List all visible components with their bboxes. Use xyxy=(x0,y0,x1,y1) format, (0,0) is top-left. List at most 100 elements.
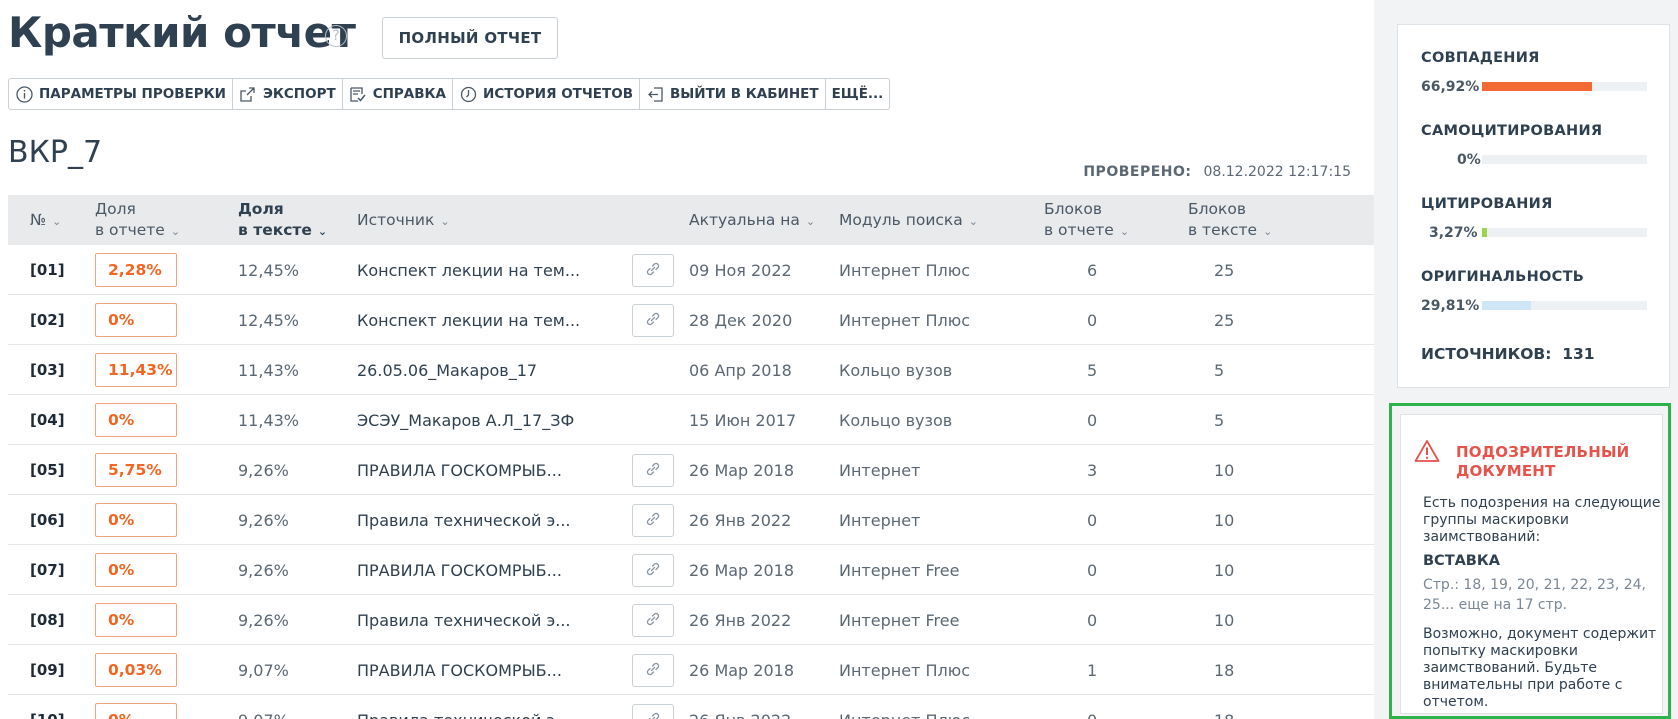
share-in-report[interactable]: 0,03% xyxy=(95,653,177,687)
source-name[interactable]: Правила технической э... xyxy=(357,695,571,719)
matches-bar xyxy=(1482,82,1647,91)
share-in-report[interactable]: 0% xyxy=(95,403,177,437)
link-icon xyxy=(644,310,662,332)
link-icon xyxy=(644,610,662,632)
report-history-button[interactable]: ИСТОРИЯ ОТЧЕТОВ xyxy=(453,79,640,109)
row-number: [05] xyxy=(30,461,65,479)
chevron-down-icon: ⌄ xyxy=(170,225,181,238)
table-row[interactable]: [06] 0% 9,26% Правила технической э... 26 Ян… xyxy=(8,495,1374,545)
source-name[interactable]: ПРАВИЛА ГОСКОМРЫБ... xyxy=(357,445,562,495)
link-button[interactable] xyxy=(632,304,674,337)
source-name[interactable]: 26.05.06_Макаров_17 xyxy=(357,345,537,395)
actual-date: 26 Янв 2022 xyxy=(689,695,791,719)
actual-date: 06 Апр 2018 xyxy=(689,360,792,380)
table-row[interactable]: [04] 0% 11,43% ЭСЭУ_Макаров А.Л_17_ЗФ 15 Июн… xyxy=(8,395,1374,445)
col-num-header[interactable]: № ⌄ xyxy=(30,210,61,232)
actual-date: 26 Мар 2018 xyxy=(689,560,795,580)
search-module: Кольцо вузов xyxy=(839,360,953,380)
link-button[interactable] xyxy=(632,504,674,537)
self-citations-bar xyxy=(1482,155,1647,164)
source-name[interactable]: ПРАВИЛА ГОСКОМРЫБ... xyxy=(357,645,562,695)
chevron-down-icon: ⌄ xyxy=(440,215,450,228)
col-share-text-header[interactable]: Доля в тексте ⌄ xyxy=(238,199,327,242)
search-module: Интернет Плюс xyxy=(839,310,970,330)
link-icon xyxy=(644,260,662,282)
export-label: ЭКСПОРТ xyxy=(262,86,336,102)
chevron-down-icon: ⌄ xyxy=(968,215,979,228)
table-row[interactable]: [03] 11,43% 11,43% 26.05.06_Макаров_17 06 Ап… xyxy=(8,345,1374,395)
search-module: Кольцо вузов xyxy=(839,410,953,430)
col-blocks-report-header[interactable]: Блоков в отчете ⌄ xyxy=(1044,199,1129,242)
document-name: ВКР_7 xyxy=(8,135,103,170)
table-row[interactable]: [07] 0% 9,26% ПРАВИЛА ГОСКОМРЫБ... 26 Мар 20… xyxy=(8,545,1374,595)
more-label: ЕЩЁ... xyxy=(831,86,884,102)
share-in-report[interactable]: 0% xyxy=(95,603,177,637)
share-in-report[interactable]: 0% xyxy=(95,553,177,587)
share-in-text: 9,26% xyxy=(238,460,289,480)
link-button[interactable] xyxy=(632,604,674,637)
blocks-in-report: 3 xyxy=(1087,460,1098,480)
link-button[interactable] xyxy=(632,654,674,687)
full-report-button[interactable]: ПОЛНЫЙ ОТЧЕТ xyxy=(382,17,558,59)
share-in-text: 11,43% xyxy=(238,360,300,380)
logout-icon xyxy=(646,85,664,103)
group-pages: Стр.: 18, 19, 20, 21, 22, 23, 24, 25... … xyxy=(1423,577,1646,613)
col-share-report-header[interactable]: Доля в отчете ⌄ xyxy=(95,199,180,242)
blocks-in-text: 10 xyxy=(1214,560,1235,580)
blocks-in-report: 0 xyxy=(1087,695,1097,719)
blocks-in-text: 18 xyxy=(1214,660,1235,680)
citations-bar-fill xyxy=(1482,228,1488,237)
share-in-text: 9,07% xyxy=(238,695,289,719)
table-row[interactable]: [05] 5,75% 9,26% ПРАВИЛА ГОСКОМРЫБ... 26 Мар… xyxy=(8,445,1374,495)
warning-icon xyxy=(1414,439,1440,467)
share-in-text: 9,26% xyxy=(238,560,289,580)
table-body: [01] 2,28% 12,45% Конспект лекции на тем...… xyxy=(8,245,1374,719)
matches-value: 66,92% xyxy=(1421,79,1480,95)
link-button[interactable] xyxy=(632,454,674,487)
source-name[interactable]: ПРАВИЛА ГОСКОМРЫБ... xyxy=(357,545,562,595)
more-button[interactable]: ЕЩЁ... xyxy=(826,79,890,109)
row-number: [02] xyxy=(30,311,65,329)
link-button[interactable] xyxy=(632,704,674,719)
stats-card: СОВПАДЕНИЯ 66,92% САМОЦИТИРОВАНИЯ 0% ЦИТ… xyxy=(1397,24,1670,388)
col-actual-header[interactable]: Актуальна на ⌄ xyxy=(689,210,815,232)
table-row[interactable]: [09] 0,03% 9,07% ПРАВИЛА ГОСКОМРЫБ... 26 Мар… xyxy=(8,645,1374,695)
share-in-report[interactable]: 11,43% xyxy=(95,353,177,387)
help-doc-icon xyxy=(349,85,367,103)
chevron-down-icon: ⌄ xyxy=(1119,225,1130,238)
source-name[interactable]: Конспект лекции на тем... xyxy=(357,295,580,345)
share-in-report[interactable]: 0% xyxy=(95,703,177,719)
source-name[interactable]: Правила технической э... xyxy=(357,595,571,645)
suspicious-document-card: ПОДОЗРИТЕЛЬНЫЙ ДОКУМЕНТ Есть подозрения н… xyxy=(1389,403,1671,719)
actual-date: 26 Янв 2022 xyxy=(689,610,792,630)
share-in-report[interactable]: 0% xyxy=(95,303,177,337)
share-in-report[interactable]: 2,28% xyxy=(95,253,177,287)
col-blocks-text-header[interactable]: Блоков в тексте ⌄ xyxy=(1188,199,1272,242)
help-button[interactable]: СПРАВКА xyxy=(343,79,454,109)
help-icon[interactable]: ? xyxy=(325,25,347,47)
share-in-report[interactable]: 0% xyxy=(95,503,177,537)
col-source-header[interactable]: Источник ⌄ xyxy=(357,210,450,232)
source-name[interactable]: Конспект лекции на тем... xyxy=(357,245,580,295)
search-module: Интернет xyxy=(839,460,921,480)
table-row[interactable]: [01] 2,28% 12,45% Конспект лекции на тем...… xyxy=(8,245,1374,295)
originality-bar-fill xyxy=(1482,301,1532,310)
actual-date: 09 Ноя 2022 xyxy=(689,260,792,280)
table-row[interactable]: [02] 0% 12,45% Конспект лекции на тем... 28 … xyxy=(8,295,1374,345)
link-icon xyxy=(644,460,662,482)
logout-button[interactable]: ВЫЙТИ В КАБИНЕТ xyxy=(640,79,826,109)
check-params-button[interactable]: ПАРАМЕТРЫ ПРОВЕРКИ xyxy=(9,79,233,109)
row-number: [03] xyxy=(30,361,65,379)
link-button[interactable] xyxy=(632,554,674,587)
table-row[interactable]: [10] 0% 9,07% Правила технической э... 26 Ян… xyxy=(8,695,1374,719)
table-row[interactable]: [08] 0% 9,26% Правила технической э... 26 Ян… xyxy=(8,595,1374,645)
share-in-text: 12,45% xyxy=(238,310,300,330)
share-in-report[interactable]: 5,75% xyxy=(95,453,177,487)
source-name[interactable]: Правила технической э... xyxy=(357,495,571,545)
blocks-in-report: 0 xyxy=(1087,510,1098,530)
link-button[interactable] xyxy=(632,254,674,287)
col-module-header[interactable]: Модуль поиска ⌄ xyxy=(839,210,978,232)
blocks-in-text: 5 xyxy=(1214,410,1225,430)
export-button[interactable]: ЭКСПОРТ xyxy=(233,79,343,109)
source-name[interactable]: ЭСЭУ_Макаров А.Л_17_ЗФ xyxy=(357,395,574,445)
